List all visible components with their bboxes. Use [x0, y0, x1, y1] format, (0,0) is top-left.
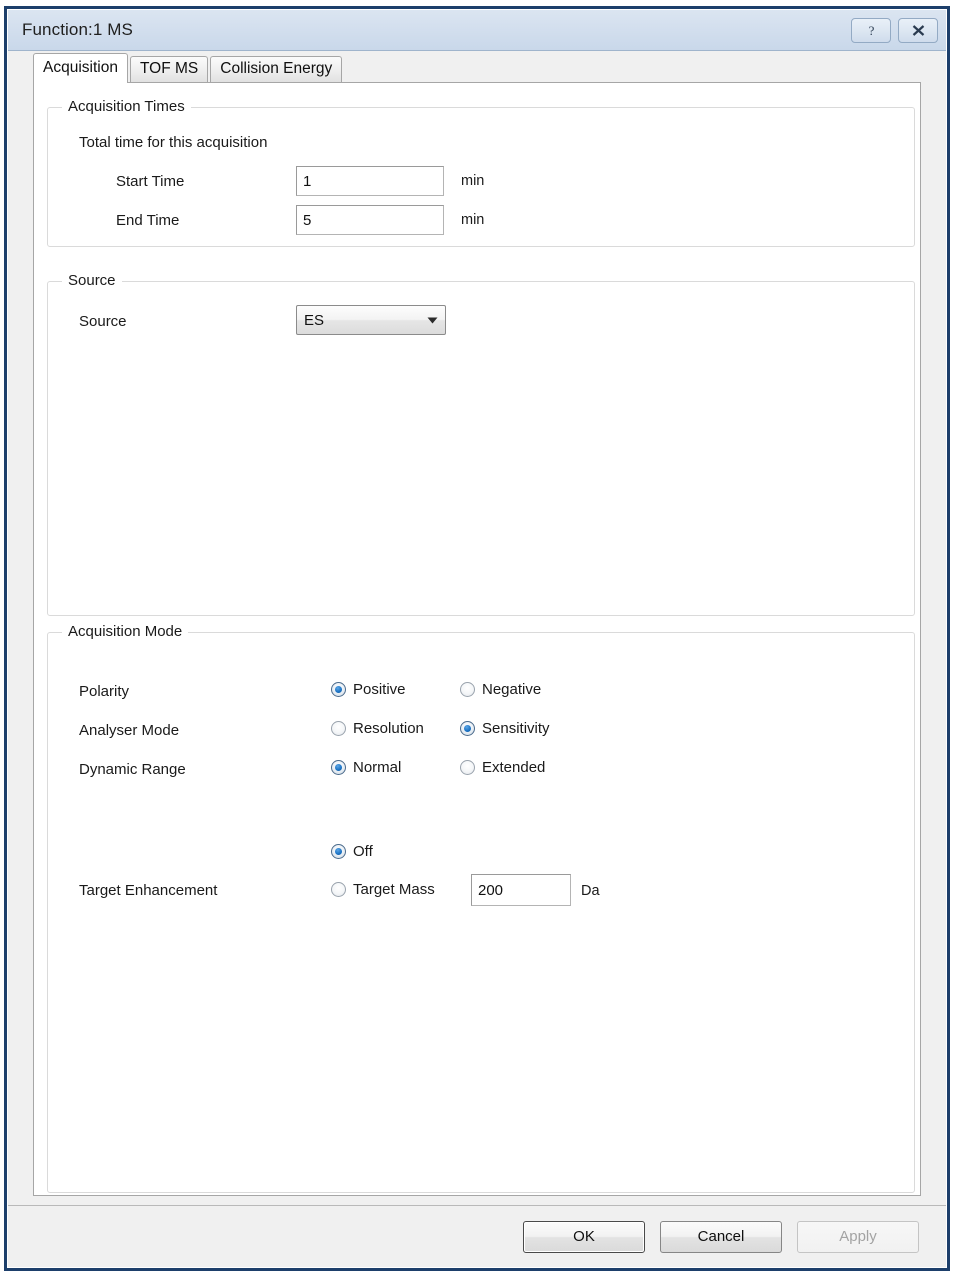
radio-label: Extended [482, 759, 546, 776]
radio-analyser-resolution[interactable]: Resolution [331, 720, 424, 737]
help-button[interactable]: ? [851, 17, 891, 43]
radio-indicator [331, 844, 346, 859]
radio-indicator [460, 760, 475, 775]
end-time-unit: min [461, 212, 485, 228]
analyser-mode-label: Analyser Mode [79, 722, 180, 739]
radio-dynamic-range-normal[interactable]: Normal [331, 759, 401, 776]
target-enhancement-label: Target Enhancement [79, 882, 218, 899]
total-time-subtitle: Total time for this acquisition [79, 134, 268, 151]
dynamic-range-label: Dynamic Range [79, 761, 186, 778]
close-icon [912, 24, 924, 36]
polarity-label: Polarity [79, 683, 130, 700]
acquisition-times-group-title: Acquisition Times [62, 98, 191, 115]
radio-target-enhancement-off[interactable]: Off [331, 843, 373, 860]
start-time-input[interactable] [296, 166, 444, 196]
end-time-input[interactable] [296, 205, 444, 235]
radio-label: Off [353, 843, 373, 860]
function-ms-dialog: Function:1 MS ? Acquisition TOF MS Colli… [4, 6, 950, 1271]
tab-acquisition[interactable]: Acquisition [33, 53, 128, 83]
start-time-unit: min [461, 173, 485, 189]
radio-label: Normal [353, 759, 402, 776]
radio-indicator [460, 682, 475, 697]
cancel-button[interactable]: Cancel [660, 1220, 782, 1253]
acquisition-mode-group: Acquisition Mode Polarity Positive Negat… [47, 623, 915, 1193]
radio-indicator [331, 721, 346, 736]
question-mark-icon: ? [868, 23, 874, 38]
source-select[interactable]: ES [296, 305, 446, 335]
target-mass-unit: Da [581, 883, 600, 899]
chevron-down-icon [419, 317, 445, 324]
radio-label: Negative [482, 681, 542, 698]
window-inner: Function:1 MS ? Acquisition TOF MS Colli… [7, 9, 947, 1268]
radio-label: Positive [353, 681, 406, 698]
radio-dynamic-range-extended[interactable]: Extended [460, 759, 545, 776]
source-group-title: Source [62, 272, 122, 289]
source-select-value: ES [304, 311, 325, 329]
acquisition-mode-group-title: Acquisition Mode [62, 623, 189, 640]
close-button[interactable] [898, 17, 938, 43]
radio-polarity-positive[interactable]: Positive [331, 681, 406, 698]
ok-button[interactable]: OK [523, 1220, 645, 1253]
acquisition-tab-page: Acquisition Times Total time for this ac… [33, 82, 921, 1196]
tab-strip: Acquisition TOF MS Collision Energy [8, 51, 946, 83]
tab-collision-energy[interactable]: Collision Energy [210, 56, 343, 82]
window-title: Function:1 MS [22, 20, 133, 39]
radio-label: Resolution [353, 720, 424, 737]
svg-text:?: ? [868, 23, 874, 38]
radio-label: Sensitivity [482, 720, 550, 737]
radio-indicator [460, 721, 475, 736]
radio-polarity-negative[interactable]: Negative [460, 681, 541, 698]
radio-label: Target Mass [353, 881, 435, 898]
acquisition-times-group: Acquisition Times Total time for this ac… [47, 98, 915, 247]
radio-target-enhancement-target-mass[interactable]: Target Mass [331, 881, 435, 898]
radio-indicator [331, 682, 346, 697]
title-bar[interactable]: Function:1 MS ? [8, 10, 946, 51]
radio-indicator [331, 760, 346, 775]
start-time-label: Start Time [116, 173, 185, 190]
source-label: Source [79, 313, 127, 330]
dialog-footer: OK Cancel Apply [8, 1205, 946, 1267]
tab-tof-ms[interactable]: TOF MS [129, 56, 209, 82]
radio-analyser-sensitivity[interactable]: Sensitivity [460, 720, 550, 737]
apply-button: Apply [797, 1220, 919, 1253]
radio-indicator [331, 882, 346, 897]
end-time-label: End Time [116, 212, 180, 229]
target-mass-input[interactable] [471, 874, 571, 906]
source-group: Source Source ES [47, 272, 915, 616]
